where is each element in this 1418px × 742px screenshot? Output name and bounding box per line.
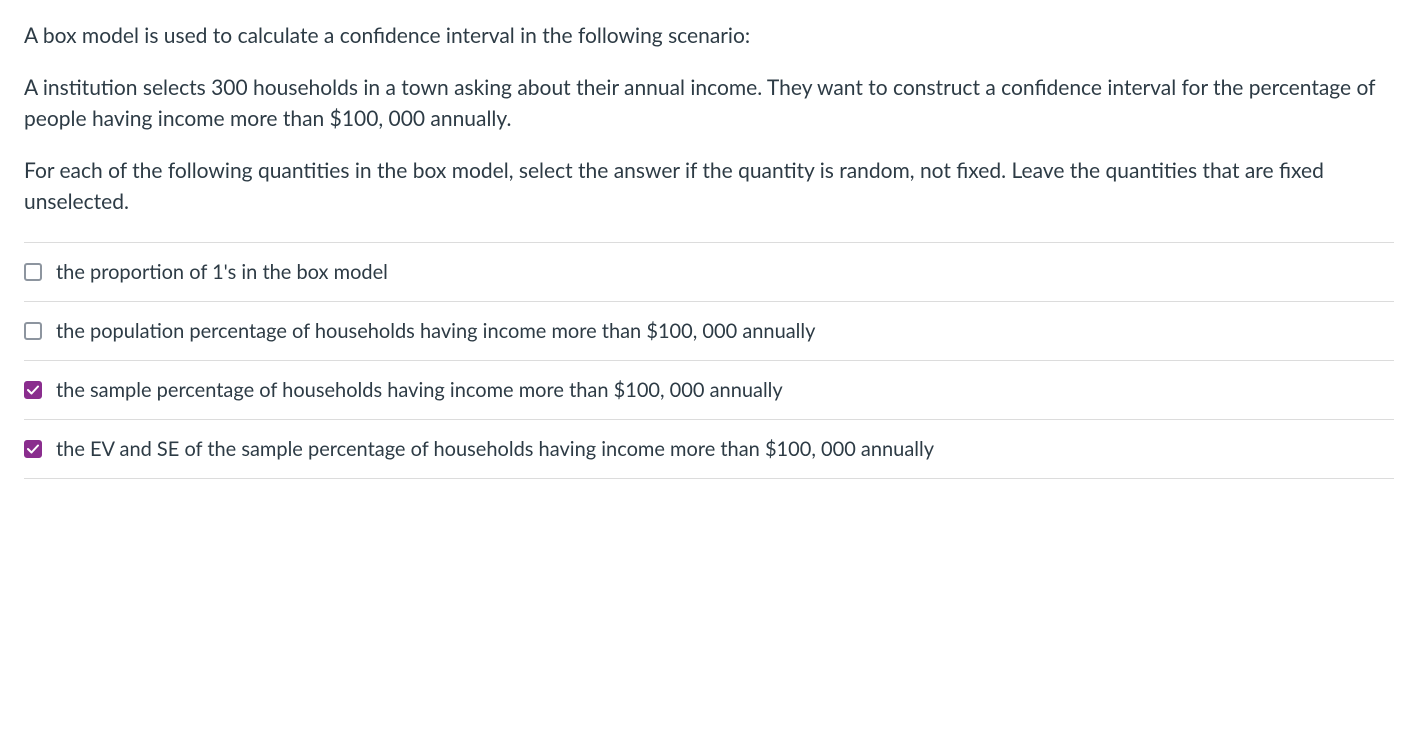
option-label: the sample percentage of households havi… (56, 375, 783, 405)
option-row[interactable]: the population percentage of households … (24, 301, 1394, 360)
option-row[interactable]: the EV and SE of the sample percentage o… (24, 419, 1394, 479)
question-paragraph-1: A box model is used to calculate a confi… (24, 20, 1394, 52)
option-row[interactable]: the proportion of 1's in the box model (24, 242, 1394, 301)
option-label: the EV and SE of the sample percentage o… (56, 434, 934, 464)
checkbox[interactable] (24, 381, 42, 399)
question-paragraph-3: For each of the following quantities in … (24, 155, 1394, 218)
option-row[interactable]: the sample percentage of households havi… (24, 360, 1394, 419)
check-icon (27, 384, 39, 396)
question-text: A box model is used to calculate a confi… (24, 20, 1394, 218)
question-paragraph-2: A institution selects 300 households in … (24, 72, 1394, 135)
option-label: the population percentage of households … (56, 316, 815, 346)
check-icon (27, 443, 39, 455)
checkbox[interactable] (24, 263, 42, 281)
option-label: the proportion of 1's in the box model (56, 257, 388, 287)
checkbox[interactable] (24, 322, 42, 340)
checkbox[interactable] (24, 440, 42, 458)
options-list: the proportion of 1's in the box model t… (24, 242, 1394, 479)
